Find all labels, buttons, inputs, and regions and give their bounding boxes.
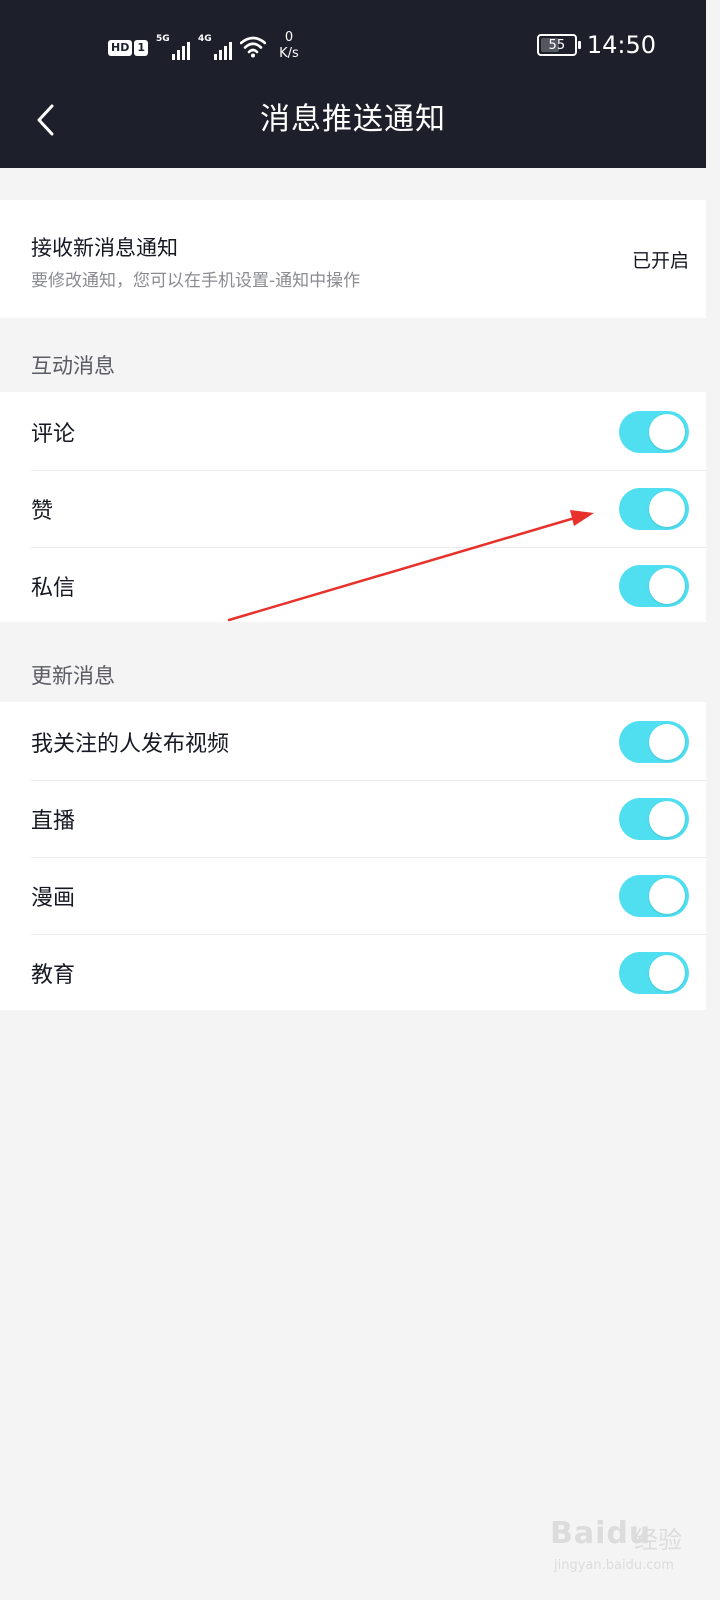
signal-4g-icon: 4G — [198, 34, 232, 62]
receive-notification-title: 接收新消息通知 — [31, 236, 178, 260]
speed-value: 0 — [284, 30, 294, 45]
toggle-switch[interactable] — [619, 721, 689, 763]
page-title: 消息推送通知 — [260, 102, 446, 137]
sim-label: 1 — [134, 40, 148, 56]
setting-label: 教育 — [31, 963, 76, 988]
battery-icon: 55 — [536, 34, 581, 56]
net2-label: 4G — [198, 34, 212, 44]
watermark-url: jingyan.baidu.com — [554, 1558, 674, 1573]
network-speed: 0 K/s — [274, 30, 304, 62]
signal-5g-icon: 5G — [156, 34, 190, 62]
setting-row-messages: 私信 — [0, 546, 706, 625]
clock: 14:50 — [586, 31, 656, 59]
toggle-switch[interactable] — [619, 798, 689, 840]
section-title-interaction: 互动消息 — [31, 354, 115, 378]
hd-icon: HD 1 — [108, 40, 148, 56]
watermark-logo: Baidu 经验 jingyan.baidu.com — [550, 1516, 690, 1590]
setting-label: 直播 — [31, 809, 76, 834]
receive-notification-hint: 要修改通知，您可以在手机设置-通知中操作 — [31, 271, 361, 291]
status-bar-left: HD 1 5G 4G 0 K/s — [108, 28, 304, 62]
setting-row-live: 直播 — [0, 779, 706, 858]
net1-label: 5G — [156, 34, 170, 44]
status-bar-right: 55 14:50 — [536, 30, 656, 60]
wifi-icon — [240, 36, 266, 58]
receive-notification-status[interactable]: 已开启 — [632, 246, 689, 273]
section-title-updates: 更新消息 — [31, 664, 115, 688]
toggle-switch[interactable] — [619, 488, 689, 530]
app-header: HD 1 5G 4G 0 K/s 55 14:50 消息推送通知 — [0, 0, 706, 168]
toggle-switch[interactable] — [619, 875, 689, 917]
watermark-cn: 经验 — [634, 1526, 682, 1554]
setting-label: 我关注的人发布视频 — [31, 732, 230, 757]
setting-label: 评论 — [31, 422, 76, 447]
setting-row-comics: 漫画 — [0, 856, 706, 935]
setting-row-education: 教育 — [0, 933, 706, 1012]
hd-label: HD — [108, 40, 133, 56]
setting-row-likes: 赞 — [0, 469, 706, 548]
setting-row-following-videos: 我关注的人发布视频 — [0, 702, 706, 781]
toggle-switch[interactable] — [619, 411, 689, 453]
setting-label: 漫画 — [31, 886, 76, 911]
setting-label: 赞 — [31, 499, 54, 524]
toggle-switch[interactable] — [619, 565, 689, 607]
speed-unit: K/s — [279, 46, 299, 61]
setting-row-comments: 评论 — [0, 392, 706, 471]
setting-label: 私信 — [31, 576, 76, 601]
battery-level: 55 — [548, 37, 566, 53]
toggle-switch[interactable] — [619, 952, 689, 994]
